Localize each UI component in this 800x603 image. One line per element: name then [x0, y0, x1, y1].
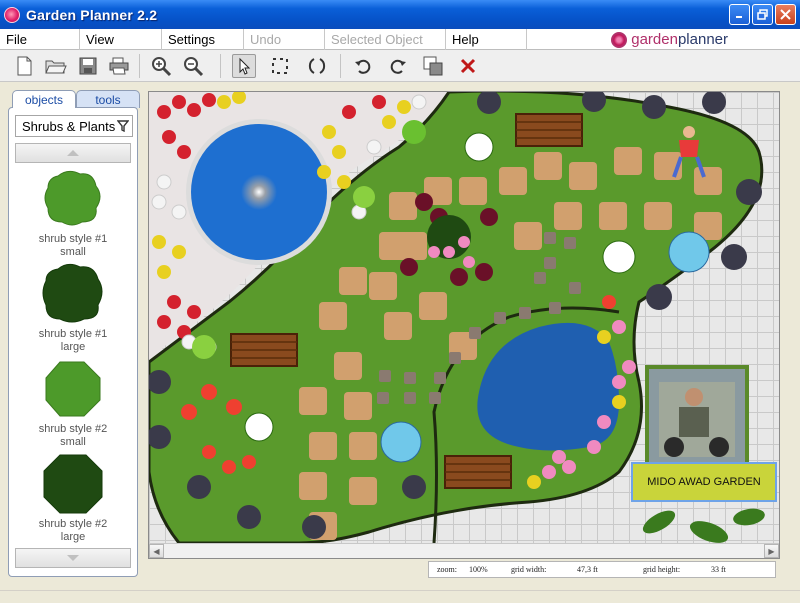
rotate-button[interactable] — [305, 54, 329, 78]
delete-button[interactable] — [456, 54, 480, 78]
chevron-up-icon — [67, 150, 79, 156]
category-dropdown[interactable]: Shrubs & Plants — [15, 115, 133, 137]
palette-item-shrub-1-small[interactable]: shrub style #1 small — [15, 166, 131, 259]
menu-selected-object[interactable]: Selected Object — [325, 29, 446, 50]
arrow-left-icon: ◀ — [153, 546, 160, 556]
shrub-large-icon — [42, 263, 103, 323]
grid-width-value: 47,3 ft — [577, 565, 598, 574]
print-icon — [109, 57, 129, 75]
palette-item-sublabel: small — [60, 436, 86, 448]
photo-frame — [645, 365, 749, 469]
scroll-right-button[interactable]: ▶ — [764, 544, 779, 558]
print-button[interactable] — [107, 54, 131, 78]
garden-name-sign[interactable]: MIDO AWAD GARDEN — [631, 462, 777, 502]
palette-item-sublabel: large — [60, 341, 86, 353]
zoom-in-icon — [152, 57, 172, 77]
brand-suffix: planner — [677, 31, 728, 48]
rotate-left-button[interactable] — [351, 54, 375, 78]
palette-item-label: shrub style #1 — [38, 328, 108, 340]
tab-objects[interactable]: objects — [12, 90, 76, 108]
brand-prefix: garden — [631, 31, 678, 48]
brand-logo: gardenplanner — [611, 29, 728, 50]
palette-item-label: shrub style #2 — [38, 423, 108, 435]
minimize-icon — [736, 16, 742, 18]
tab-tools[interactable]: tools — [76, 90, 140, 108]
grid-width-label: grid width: — [511, 565, 547, 574]
menu-undo[interactable]: Undo — [244, 29, 325, 50]
rotate-icon — [308, 58, 326, 74]
duplicate-icon — [423, 56, 443, 76]
rotate-right-icon — [390, 59, 406, 74]
palette-list: shrub style #1 small shrub style #1 larg… — [15, 166, 131, 546]
menu-view[interactable]: View — [80, 29, 162, 50]
zoom-out-button[interactable] — [181, 54, 205, 78]
palette-item-shrub-2-large[interactable]: shrub style #2 large — [15, 451, 131, 544]
pointer-icon — [239, 57, 251, 75]
chevron-down-icon — [67, 555, 79, 561]
bench — [444, 455, 512, 489]
palette-item-sublabel: large — [60, 531, 86, 543]
minimize-button[interactable] — [729, 4, 750, 25]
zoom-label: zoom: — [437, 565, 457, 574]
title-bar: Garden Planner 2.2 — [0, 0, 800, 29]
grid-height-value: 33 ft — [711, 565, 726, 574]
menu-help[interactable]: Help — [446, 29, 527, 50]
close-button[interactable] — [775, 4, 796, 25]
open-button[interactable] — [44, 54, 68, 78]
new-file-button[interactable] — [12, 54, 36, 78]
fountain-center — [241, 174, 277, 210]
palette-item-label: shrub style #1 — [38, 233, 108, 245]
palette-item-label: shrub style #2 — [38, 518, 108, 530]
rotate-left-icon — [355, 59, 371, 74]
zoom-in-button[interactable] — [149, 54, 173, 78]
bench — [515, 113, 583, 147]
leaf-decor — [642, 508, 765, 543]
palette-scroll-up-button[interactable] — [15, 143, 131, 163]
rotate-right-button[interactable] — [386, 54, 410, 78]
palette-scroll-down-button[interactable] — [15, 548, 131, 568]
palette-item-shrub-1-large[interactable]: shrub style #1 large — [15, 261, 131, 354]
object-panel: objects tools Shrubs & Plants shrub styl… — [8, 90, 140, 578]
flower-logo-icon — [611, 31, 628, 48]
restore-icon — [757, 9, 768, 20]
design-canvas[interactable]: MIDO AWAD GARDEN — [149, 92, 779, 543]
zoom-out-icon — [184, 57, 204, 77]
horizontal-scrollbar[interactable]: ◀ ▶ — [149, 543, 779, 558]
scroll-left-button[interactable]: ◀ — [149, 544, 164, 558]
design-canvas-frame: MIDO AWAD GARDEN ◀ ▶ — [148, 91, 780, 559]
window-title: Garden Planner 2.2 — [26, 6, 158, 23]
menu-settings[interactable]: Settings — [162, 29, 244, 50]
grid-height-label: grid height: — [643, 565, 681, 574]
duplicate-button[interactable] — [421, 54, 445, 78]
zoom-value: 100% — [469, 565, 488, 574]
select-pointer-button[interactable] — [232, 54, 256, 78]
filter-icon — [116, 119, 130, 135]
close-icon — [780, 9, 791, 20]
toolbar — [0, 50, 800, 82]
arrow-right-icon: ▶ — [768, 546, 775, 556]
open-folder-icon — [45, 60, 67, 74]
shrub-large-icon — [43, 454, 103, 514]
save-button[interactable] — [76, 54, 100, 78]
marquee-select-icon — [272, 58, 288, 74]
category-label: Shrubs & Plants — [22, 118, 116, 134]
bench — [230, 333, 298, 367]
window-bottom-edge — [0, 590, 800, 603]
marquee-select-button[interactable] — [268, 54, 292, 78]
new-file-icon — [17, 56, 32, 76]
menu-file[interactable]: File — [0, 29, 80, 50]
app-icon — [4, 6, 20, 23]
restore-button[interactable] — [752, 4, 773, 25]
status-bar: zoom: 100% grid width: 47,3 ft grid heig… — [428, 561, 776, 578]
delete-icon — [460, 58, 476, 74]
shrub-small-icon — [45, 361, 101, 417]
shrub-small-icon — [44, 170, 101, 226]
palette-item-shrub-2-small[interactable]: shrub style #2 small — [15, 356, 131, 449]
save-icon — [79, 57, 97, 75]
palette-item-sublabel: small — [60, 246, 86, 258]
